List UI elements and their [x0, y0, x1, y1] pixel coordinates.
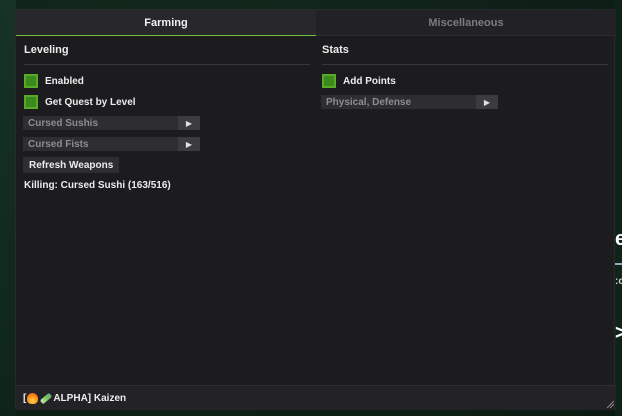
tab-miscellaneous[interactable]: Miscellaneous	[316, 10, 616, 36]
chevron-right-icon[interactable]: ▶	[178, 116, 200, 130]
section-title-stats: Stats	[322, 44, 349, 56]
syringe-icon	[40, 392, 53, 404]
script-hub-window: Farming Miscellaneous Leveling Enabled G…	[15, 9, 616, 410]
killing-status-text: Killing: Cursed Sushi (163/516)	[24, 180, 171, 191]
resize-handle-icon[interactable]	[606, 400, 614, 408]
dropdown-stat-points[interactable]: Physical, Defense ▶	[321, 95, 498, 109]
dropdown-value: Physical, Defense	[326, 96, 412, 108]
background-line	[615, 263, 622, 265]
dropdown-value: Cursed Sushis	[28, 117, 99, 129]
toggle-get-quest-by-level[interactable]: Get Quest by Level	[24, 95, 136, 109]
toggle-label: Get Quest by Level	[45, 96, 136, 108]
checkbox[interactable]	[24, 74, 38, 88]
background-text-fragment: :c	[615, 276, 622, 287]
toggle-add-points[interactable]: Add Points	[322, 74, 396, 88]
section-divider	[322, 64, 608, 65]
tab-farming[interactable]: Farming	[16, 10, 316, 36]
fire-icon	[27, 392, 39, 404]
refresh-weapons-button[interactable]: Refresh Weapons	[23, 157, 120, 173]
section-divider	[24, 64, 310, 65]
background-game-scene-left	[0, 0, 16, 416]
chevron-right-icon[interactable]: ▶	[476, 95, 498, 109]
background-text-fragment: e	[615, 228, 622, 250]
footer-bar: [ ALPHA] Kaizen	[16, 385, 616, 410]
footer-prefix: [	[23, 392, 27, 404]
chevron-right-icon[interactable]: ▶	[178, 137, 200, 151]
section-title-leveling: Leveling	[24, 44, 69, 56]
checkbox[interactable]	[24, 95, 38, 109]
background-text-fragment: >	[615, 322, 622, 344]
toggle-label: Add Points	[343, 75, 396, 87]
toggle-enabled[interactable]: Enabled	[24, 74, 84, 88]
dropdown-weapon[interactable]: Cursed Fists ▶	[23, 137, 200, 151]
tab-bar: Farming Miscellaneous	[16, 10, 616, 36]
dropdown-sushi-target[interactable]: Cursed Sushis ▶	[23, 116, 200, 130]
background-game-scene-right: e :c >	[615, 0, 622, 416]
dropdown-value: Cursed Fists	[28, 138, 89, 150]
footer-title: ALPHA] Kaizen	[53, 392, 127, 404]
checkbox[interactable]	[322, 74, 336, 88]
toggle-label: Enabled	[45, 75, 84, 87]
